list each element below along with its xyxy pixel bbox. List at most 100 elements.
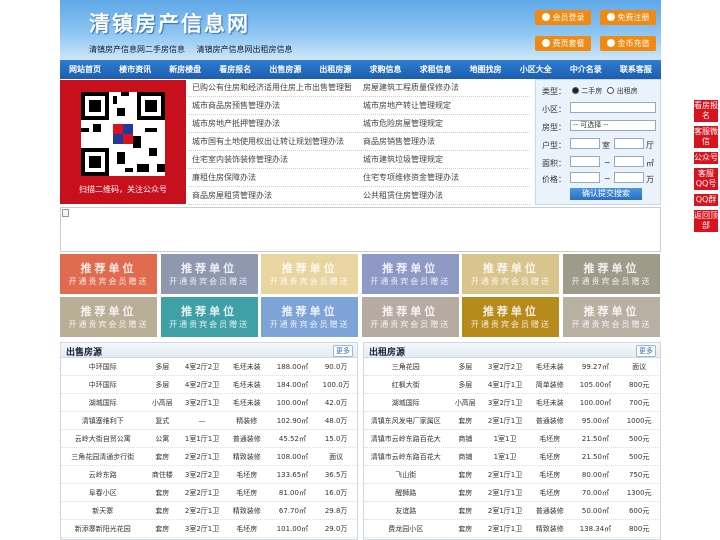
listing-row[interactable]: 湖城国际 小高层 3室2厅1卫 毛坯未装 100.00㎡ 700元 — [364, 394, 660, 412]
recommend-card-title: 推荐单位 — [382, 262, 439, 275]
house-type-value: -- 可选择 -- — [573, 121, 609, 129]
side-button[interactable]: 公众号 — [694, 152, 718, 164]
listing-cell: 毛坯房 — [236, 525, 258, 533]
policy-link[interactable]: 城市国有土地使用权出让转让规划管理办法 — [188, 133, 359, 150]
listing-row[interactable]: 中环国际 多层 4室2厅2卫 毛坯未装 188.00㎡ 90.0万 — [61, 358, 357, 376]
policy-link[interactable]: 住宅专项维修资金管理办法 — [359, 169, 530, 186]
recommend-card[interactable]: 推荐单位 开通贵宾会员赠送 — [462, 254, 560, 294]
house-type-select[interactable]: -- 可选择 -- — [570, 120, 656, 131]
nav-item[interactable]: 中介名录 — [561, 60, 611, 79]
listing-cell: 2室2厅1卫 — [184, 489, 220, 497]
policy-link[interactable]: 公共租赁住房管理办法 — [359, 187, 530, 204]
listing-row[interactable]: 清镇东风发电厂家属区 套房 2室1厅1卫 普通装修 95.00㎡ 1000元 — [364, 412, 660, 430]
recommend-card[interactable]: 推荐单位 开通贵宾会员赠送 — [60, 254, 157, 294]
listing-row[interactable]: 新添寨新阳光花园 套房 3室2厅1卫 毛坯房 101.00㎡ 29.0万 — [61, 520, 357, 538]
policy-link[interactable]: 城市建筑垃圾管理规定 — [359, 151, 530, 168]
nav-item[interactable]: 看房报名 — [210, 60, 260, 79]
radio-rent[interactable] — [607, 87, 615, 94]
nav-item[interactable]: 新房楼盘 — [160, 60, 210, 79]
recommend-card[interactable]: 推荐单位 开通贵宾会员赠送 — [361, 254, 459, 294]
listing-row[interactable]: 新天寨 套房 2室2厅1卫 精致装修 67.70㎡ 29.8万 — [61, 502, 357, 520]
listing-cell: 99.27㎡ — [581, 363, 609, 371]
listing-row[interactable]: 费龙园小区 套房 2室1厅1卫 精致装修 138.34㎡ 800元 — [364, 520, 660, 538]
nav-item[interactable]: 求租信息 — [411, 60, 461, 79]
sale-more-button[interactable]: 更多 — [333, 345, 353, 357]
nav-item[interactable]: 求购信息 — [360, 60, 410, 79]
header-link-rent[interactable]: 清镇房产信息网出租房信息 — [197, 45, 293, 54]
policy-link[interactable]: 城市危险房屋管理规定 — [359, 115, 530, 132]
size-min-input[interactable] — [570, 156, 600, 167]
recommend-card[interactable]: 推荐单位 开通贵宾会员赠送 — [261, 254, 359, 294]
listing-cell: 500元 — [628, 453, 650, 461]
recommend-card-title: 推荐单位 — [281, 305, 338, 318]
listing-row[interactable]: 红枫大街 多层 4室1厅1卫 简单装修 105.00㎡ 800元 — [364, 376, 660, 394]
nav-item[interactable]: 楼市资讯 — [110, 60, 160, 79]
listing-cell: 湖城国际 — [391, 399, 420, 407]
side-button[interactable]: 返回顶部 — [694, 210, 718, 232]
recommend-card[interactable]: 推荐单位 开通贵宾会员赠送 — [462, 297, 560, 337]
site-title[interactable]: 清镇房产信息网 — [89, 8, 250, 38]
recommend-card-subtitle: 开通贵宾会员赠送 — [68, 320, 149, 329]
rent-more-button[interactable]: 更多 — [636, 345, 656, 357]
banner-image[interactable] — [60, 207, 661, 252]
recharge-button[interactable]: 金币充值 — [600, 36, 656, 51]
listing-row[interactable]: 中环国际 多层 4室2厅2卫 毛坯未装 184.00㎡ 100.0万 — [61, 376, 357, 394]
listing-row[interactable]: 清镇市云岭东路百花大 商铺 1室1卫 毛坯房 21.50㎡ 500元 — [364, 448, 660, 466]
register-button[interactable]: 免费注册 — [600, 10, 656, 25]
policy-link[interactable]: 城市房地产转让管理规定 — [359, 97, 530, 114]
side-button[interactable]: 客服微信 — [694, 126, 718, 148]
nav-item[interactable]: 出售房源 — [260, 60, 310, 79]
rooms-select[interactable] — [570, 138, 600, 149]
qr-code-icon[interactable] — [81, 92, 165, 176]
nav-item[interactable]: 联系客服 — [611, 60, 661, 79]
recommend-card[interactable]: 推荐单位 开通贵宾会员赠送 — [160, 254, 258, 294]
policy-link[interactable]: 商品房销售管理办法 — [359, 133, 530, 150]
listing-row[interactable]: 三角花园清通步行街 套房 2室2厅1卫 精致装修 108.00㎡ 面议 — [61, 448, 357, 466]
recommend-card[interactable]: 推荐单位 开通贵宾会员赠送 — [361, 297, 459, 337]
policy-link[interactable]: 商品房屋租赁管理办法 — [188, 187, 359, 204]
vip-package-button[interactable]: 费页套餐 — [535, 36, 591, 51]
recommend-card[interactable]: 推荐单位 开通贵宾会员赠送 — [160, 297, 258, 337]
policy-link[interactable]: 城市房地产抵押管理办法 — [188, 115, 359, 132]
halls-select[interactable] — [614, 138, 644, 149]
policy-link[interactable]: 城市商品房预售管理办法 — [188, 97, 359, 114]
recommend-card[interactable]: 推荐单位 开通贵宾会员赠送 — [563, 254, 660, 294]
header-link-sale[interactable]: 清镇房产信息网二手房信息 — [89, 45, 185, 54]
policy-link[interactable]: 已购公有住房和经济适用住房上市出售管理暂 — [188, 79, 359, 96]
nav-item[interactable]: 网站首页 — [60, 60, 110, 79]
price-max-input[interactable] — [614, 172, 644, 183]
community-input[interactable] — [570, 102, 656, 113]
listing-row[interactable]: 湖城国际 小高层 3室2厅1卫 毛坯未装 100.00㎡ 42.0万 — [61, 394, 357, 412]
recommend-card[interactable]: 推荐单位 开通贵宾会员赠送 — [261, 297, 359, 337]
policy-link[interactable]: 房屋建筑工程质量保修办法 — [359, 79, 530, 96]
listing-row[interactable]: 飞山街 套房 2室1厅1卫 毛坯房 80.00㎡ 750元 — [364, 466, 660, 484]
nav-item[interactable]: 出租房源 — [310, 60, 360, 79]
listing-row[interactable]: 阜春小区 套房 2室2厅1卫 毛坯房 81.00㎡ 16.0万 — [61, 484, 357, 502]
listing-row[interactable]: 清镇塞维利下 复式 — 精装修 102.90㎡ 48.0万 — [61, 412, 357, 430]
recommend-card[interactable]: 推荐单位 开通贵宾会员赠送 — [60, 297, 157, 337]
listing-row[interactable]: 三角花园 多层 3室2厅2卫 毛坯未装 99.27㎡ 面议 — [364, 358, 660, 376]
listing-cell: 48.0万 — [324, 417, 348, 425]
side-button[interactable]: 看房报名 — [694, 100, 718, 122]
size-max-input[interactable] — [614, 156, 644, 167]
side-button[interactable]: QQ群 — [694, 194, 718, 206]
policy-link[interactable]: 廉租住房保障办法 — [188, 169, 359, 186]
policy-link[interactable]: 住宅室内装饰装修管理办法 — [188, 151, 359, 168]
listing-row[interactable]: 云岭大街自贸公寓 公寓 1室1厅1卫 普通装修 45.52㎡ 15.0万 — [61, 430, 357, 448]
listing-row[interactable]: 清镇市云岭东路百花大 商铺 1室1卫 毛坯房 21.50㎡ 500元 — [364, 430, 660, 448]
radio-sale[interactable] — [572, 87, 579, 94]
sale-title: 出售房源 — [66, 348, 103, 358]
recommend-card[interactable]: 推荐单位 开通贵宾会员赠送 — [563, 297, 660, 337]
recommend-card-title: 推荐单位 — [583, 262, 640, 275]
side-button[interactable]: 客服QQ号 — [694, 168, 718, 190]
price-min-input[interactable] — [570, 172, 600, 183]
nav-item[interactable]: 小区大全 — [511, 60, 561, 79]
listing-row[interactable]: 云岭东路 商住楼 3室2厅2卫 毛坯房 133.65㎡ 36.5万 — [61, 466, 357, 484]
listing-row[interactable]: 友谊路 套房 2室1厅1卫 普通装修 50.00㎡ 600元 — [364, 502, 660, 520]
listing-cell: 2室1厅1卫 — [487, 525, 523, 533]
listing-row[interactable]: 醒狮路 套房 2室1厅1卫 毛坯房 70.00㎡ 1300元 — [364, 484, 660, 502]
nav-item[interactable]: 地图找房 — [461, 60, 511, 79]
recommend-card-subtitle: 开通贵宾会员赠送 — [470, 320, 551, 329]
login-button[interactable]: 会员登录 — [535, 10, 591, 25]
search-submit-button[interactable]: 确认提交搜索 — [570, 188, 642, 200]
